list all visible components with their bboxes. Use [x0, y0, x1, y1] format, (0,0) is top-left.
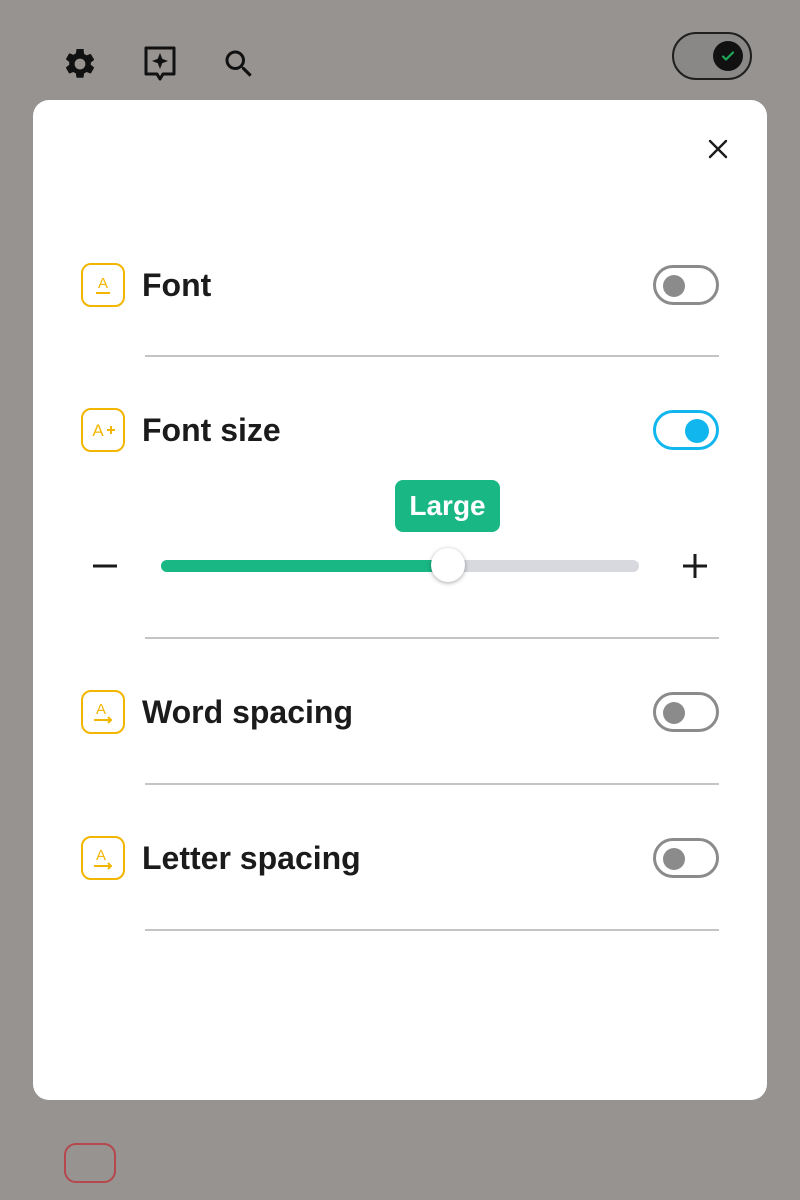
setting-label: Word spacing — [142, 694, 353, 730]
text-settings-modal: A Font A Font size Large A Word spacing … — [33, 100, 767, 1100]
font-size-slider-track[interactable] — [161, 560, 639, 572]
divider — [145, 355, 719, 357]
letter-spacing-icon: A — [81, 836, 125, 880]
setting-label: Letter spacing — [142, 840, 361, 876]
setting-row-font: A Font — [33, 255, 767, 315]
check-icon — [713, 41, 743, 71]
setting-label: Font size — [142, 412, 281, 448]
gear-icon[interactable] — [60, 44, 100, 84]
setting-row-word-spacing: A Word spacing — [33, 682, 767, 742]
font-icon: A — [81, 263, 125, 307]
setting-label: Font — [142, 267, 212, 303]
decrease-button[interactable] — [85, 546, 125, 586]
sparkle-bookmark-icon[interactable] — [140, 44, 180, 84]
divider — [145, 637, 719, 639]
slider-thumb[interactable] — [430, 548, 465, 582]
word-spacing-icon: A — [81, 690, 125, 734]
svg-text:A: A — [92, 421, 104, 440]
letter-spacing-toggle[interactable] — [653, 838, 719, 878]
font-size-increase-icon: A — [81, 408, 125, 452]
word-spacing-toggle[interactable] — [653, 692, 719, 732]
setting-row-letter-spacing: A Letter spacing — [33, 828, 767, 888]
increase-button[interactable] — [675, 546, 715, 586]
search-icon[interactable] — [219, 44, 259, 84]
svg-text:A: A — [96, 701, 106, 718]
close-icon[interactable] — [703, 134, 733, 164]
svg-text:A: A — [96, 847, 106, 864]
font-toggle[interactable] — [653, 265, 719, 305]
slider-value-badge: Large — [395, 480, 500, 532]
font-size-toggle[interactable] — [653, 410, 719, 450]
setting-row-font-size: A Font size — [33, 400, 767, 460]
svg-text:A: A — [98, 275, 108, 292]
background-button — [64, 1143, 116, 1183]
mode-toggle[interactable] — [672, 32, 752, 80]
slider-fill — [161, 560, 448, 572]
divider — [145, 929, 719, 931]
divider — [145, 783, 719, 785]
